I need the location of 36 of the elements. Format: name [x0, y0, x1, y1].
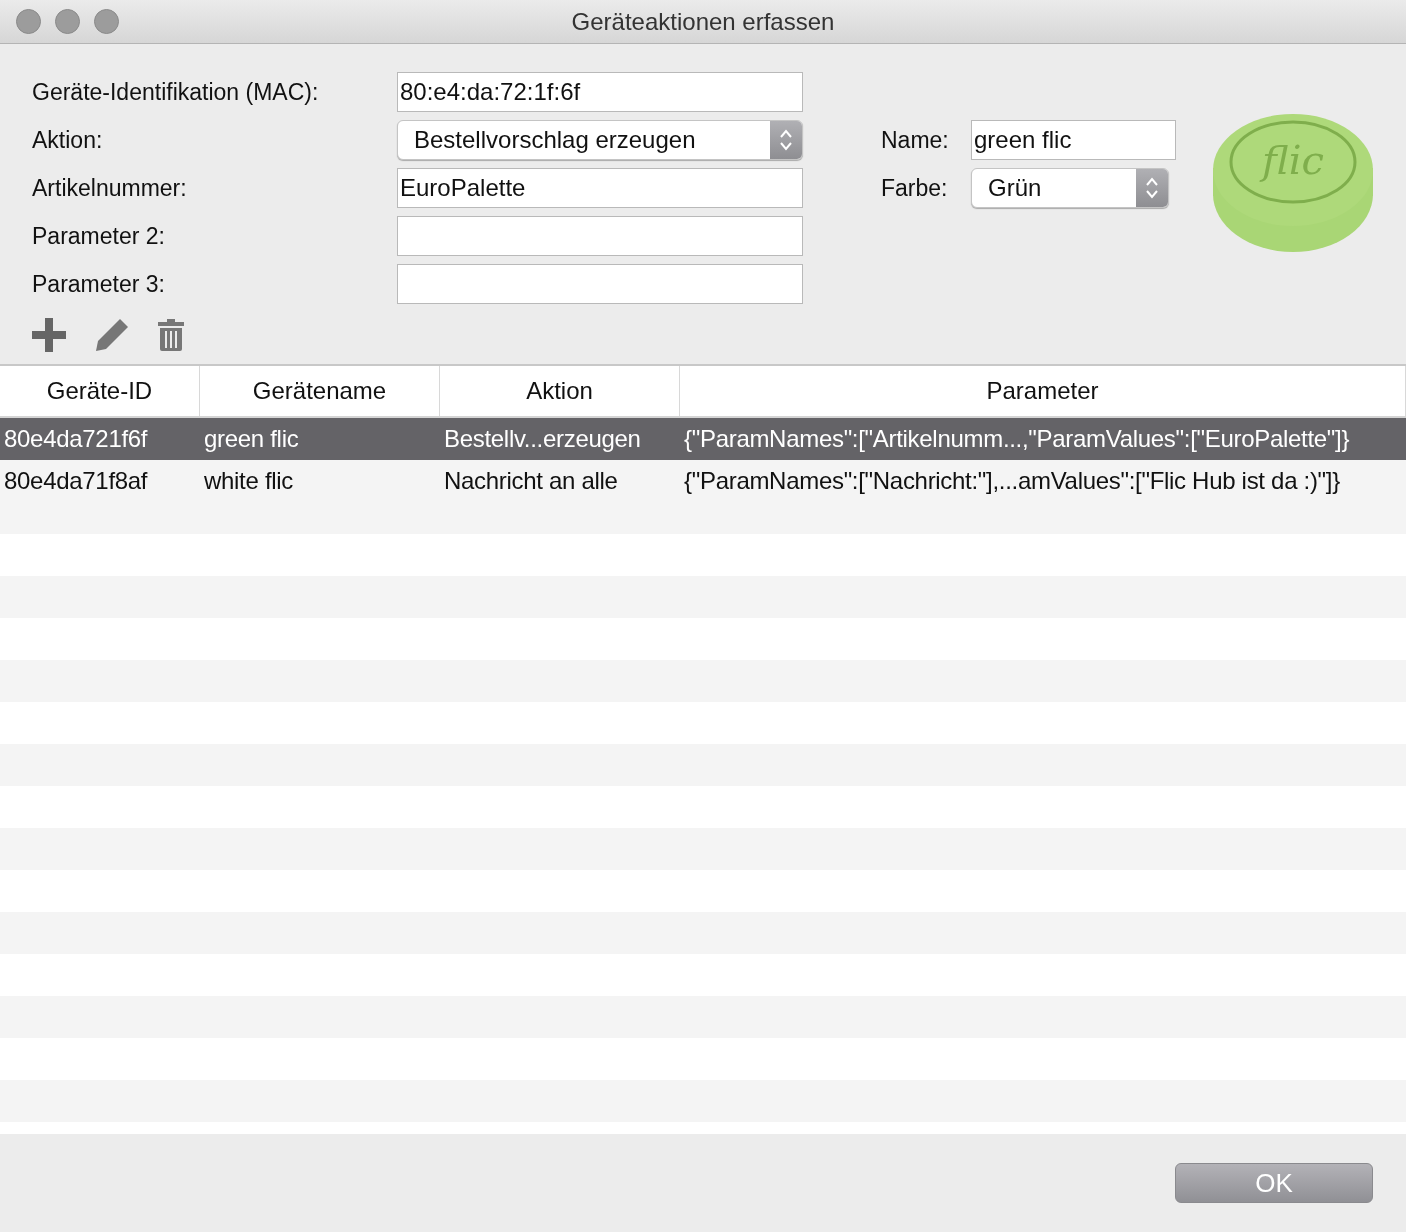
input-field[interactable]: EuroPalette — [397, 168, 803, 208]
stepper-icon — [1136, 169, 1168, 207]
trash-icon[interactable] — [158, 319, 184, 351]
pencil-icon[interactable] — [96, 319, 128, 351]
input-field[interactable] — [397, 264, 803, 304]
stepper-icon — [770, 121, 802, 159]
window-title: Geräteaktionen erfassen — [571, 7, 835, 35]
column-header[interactable]: Gerätename — [200, 366, 440, 416]
dropdown[interactable]: Grün — [971, 168, 1169, 208]
field-label: Farbe: — [881, 173, 949, 203]
column-header[interactable]: Geräte-ID — [0, 366, 200, 416]
close-button[interactable] — [16, 9, 41, 34]
table-cell-text: Bestellv...erzeugen — [443, 424, 642, 454]
field-label: Aktion: — [32, 125, 104, 155]
table-cell-text: 80e4da71f8af — [3, 466, 149, 496]
field-label: Name: — [881, 125, 950, 155]
field-label: Parameter 3: — [32, 269, 166, 299]
field-label: Geräte-Identifikation (MAC): — [32, 77, 320, 107]
table-cell-text: 80e4da721f6f — [3, 424, 149, 454]
minimize-button[interactable] — [55, 9, 80, 34]
field-label: Artikelnummer: — [32, 173, 188, 203]
table-row[interactable]: 80e4da721f6f green flic Bestellv...erzeugen {"ParamNames":["Artikelnumm...,"ParamValues":["EuroPalette"]} — [0, 418, 1406, 460]
dropdown[interactable]: Bestellvorschlag erzeugen — [397, 120, 803, 160]
table-cell-text: green flic — [203, 424, 300, 454]
table-cell-text: {"ParamNames":["Nachricht:"],...amValues":["Flic Hub ist da :)"]} — [683, 466, 1341, 496]
table-cell-text: Nachricht an alle — [443, 466, 619, 496]
zoom-button[interactable] — [94, 9, 119, 34]
column-header[interactable]: Parameter — [680, 366, 1406, 416]
field-label: Parameter 2: — [32, 221, 166, 251]
table-cell-text: white flic — [203, 466, 295, 496]
input-field[interactable] — [397, 216, 803, 256]
column-header[interactable]: Aktion — [440, 366, 680, 416]
add-icon[interactable] — [32, 318, 66, 352]
input-field[interactable]: 80:e4:da:72:1f:6f — [397, 72, 803, 112]
table-cell-text: {"ParamNames":["Artikelnumm...,"ParamValues":["EuroPalette"]} — [683, 424, 1351, 454]
input-field[interactable]: green flic — [971, 120, 1176, 160]
